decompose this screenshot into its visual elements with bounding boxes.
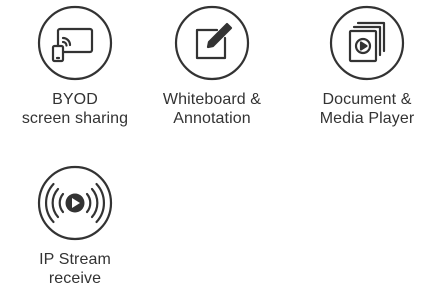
feature-ip-stream: IP Stream receive (10, 164, 140, 288)
document-media-player-icon (328, 4, 406, 82)
feature-document-media: Document & Media Player (302, 4, 432, 128)
byod-screen-share-icon (36, 4, 114, 82)
feature-byod-title: BYOD (52, 91, 98, 108)
feature-ip-stream-title: IP Stream (39, 251, 111, 268)
ip-stream-broadcast-icon (36, 164, 114, 242)
whiteboard-pen-icon (173, 4, 251, 82)
feature-whiteboard-label: Whiteboard & Annotation (163, 90, 261, 128)
feature-byod: BYOD screen sharing (10, 4, 140, 128)
feature-ip-stream-label: IP Stream receive (39, 250, 111, 288)
feature-whiteboard: Whiteboard & Annotation (147, 4, 277, 128)
feature-whiteboard-title: Whiteboard & (162, 91, 262, 108)
feature-whiteboard-subtitle: Annotation (173, 110, 251, 127)
feature-byod-label: BYOD screen sharing (22, 90, 128, 128)
feature-document-media-title: Document & (322, 91, 412, 108)
feature-document-media-subtitle: Media Player (319, 110, 415, 127)
feature-ip-stream-subtitle: receive (48, 270, 102, 287)
feature-byod-subtitle: screen sharing (21, 110, 129, 127)
feature-document-media-label: Document & Media Player (320, 90, 415, 128)
